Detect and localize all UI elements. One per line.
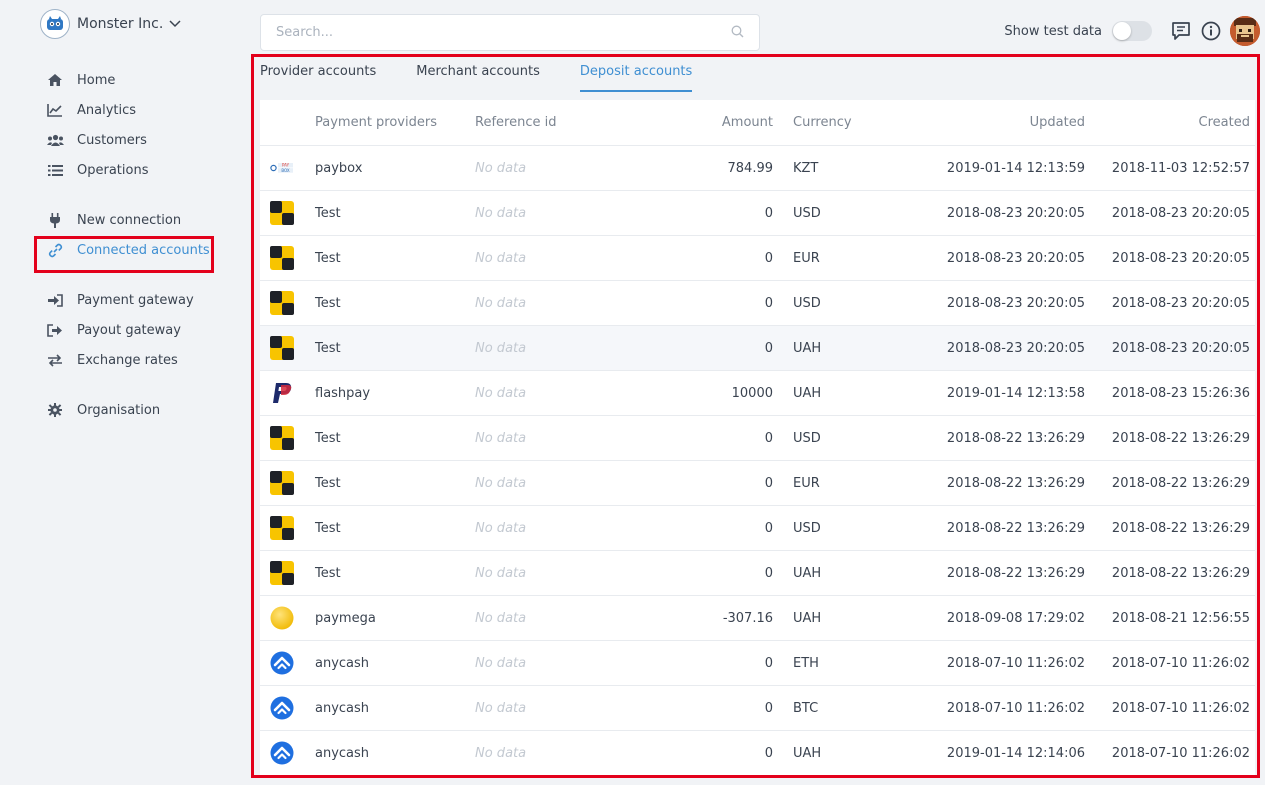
topbar-right: Show test data	[1004, 16, 1260, 46]
plug-icon	[46, 211, 64, 229]
highlight-box	[34, 236, 214, 273]
sign-in-icon	[46, 291, 64, 309]
nav-label: Operations	[77, 162, 149, 178]
search-box	[260, 14, 760, 51]
toggle-knob	[1113, 22, 1131, 40]
search-icon[interactable]	[731, 23, 744, 42]
list-icon	[46, 161, 64, 179]
org-name: Monster Inc.	[77, 16, 164, 32]
show-test-label: Show test data	[1004, 23, 1102, 39]
nav-label: Customers	[77, 132, 147, 148]
nav-label: Payment gateway	[77, 292, 194, 308]
chevron-down-icon	[169, 20, 181, 28]
show-test-toggle[interactable]	[1112, 21, 1152, 41]
org-switcher[interactable]: Monster Inc.	[40, 9, 181, 39]
nav-operations[interactable]: Operations	[46, 158, 148, 182]
gear-icon	[46, 401, 64, 419]
avatar[interactable]	[1230, 16, 1260, 46]
home-icon	[46, 71, 64, 89]
sign-out-icon	[46, 321, 64, 339]
nav-exchange-rates[interactable]: Exchange rates	[46, 348, 178, 372]
users-icon	[46, 131, 64, 149]
highlight-box	[251, 54, 1260, 778]
nav-organisation[interactable]: Organisation	[46, 398, 160, 422]
exchange-icon	[46, 351, 64, 369]
nav-label: Payout gateway	[77, 322, 181, 338]
nav-label: Organisation	[77, 402, 161, 418]
nav-label: New connection	[77, 212, 182, 228]
nav-customers[interactable]: Customers	[46, 128, 147, 152]
nav-payout-gateway[interactable]: Payout gateway	[46, 318, 181, 342]
nav-label: Home	[77, 72, 116, 88]
nav-home[interactable]: Home	[46, 68, 115, 92]
nav-payment-gateway[interactable]: Payment gateway	[46, 288, 194, 312]
chart-line-icon	[46, 101, 64, 119]
nav-new-connection[interactable]: New connection	[46, 208, 181, 232]
sidebar: Monster Inc. Home Analytics Customers Op…	[0, 0, 250, 785]
nav-analytics[interactable]: Analytics	[46, 98, 136, 122]
search-input[interactable]	[276, 25, 731, 40]
info-icon[interactable]	[1200, 20, 1222, 42]
nav-label: Analytics	[77, 102, 137, 118]
org-logo	[40, 9, 70, 39]
nav-label: Exchange rates	[77, 352, 178, 368]
feedback-icon[interactable]	[1170, 20, 1192, 42]
